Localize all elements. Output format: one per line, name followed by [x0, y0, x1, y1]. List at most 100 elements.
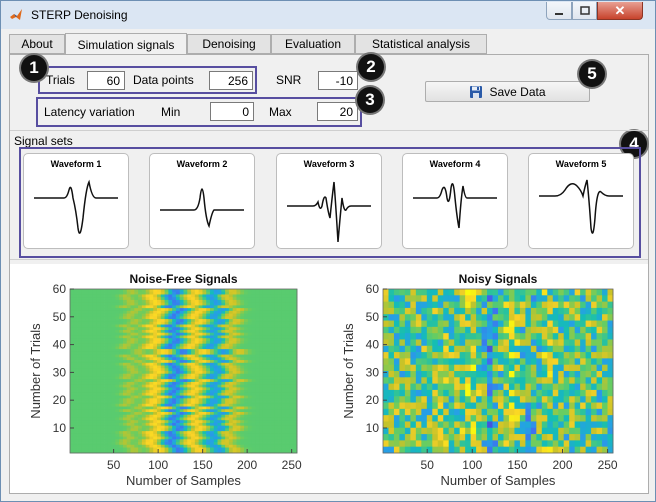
heatmap-cell [607, 446, 614, 454]
waveform-2-card[interactable]: Waveform 2 [149, 153, 255, 249]
close-button[interactable]: ✕ [597, 2, 643, 20]
heatmap-cell [552, 389, 559, 397]
latency-max-input[interactable]: 20 [317, 102, 358, 121]
heatmap-cell [183, 401, 188, 405]
heatmap-cell [498, 352, 504, 359]
heatmap-cell [206, 447, 211, 451]
heatmap-cell [388, 339, 395, 347]
heatmap-cell [404, 415, 411, 422]
heatmap-cell [73, 431, 78, 435]
heatmap-cell [130, 447, 135, 451]
heatmap-cell [525, 415, 532, 422]
heatmap-cell [289, 349, 294, 353]
heatmap-cell [157, 439, 162, 443]
heatmap-cell [217, 401, 222, 405]
heatmap-cell [585, 301, 592, 309]
heatmap-cell [130, 422, 135, 427]
latency-min-input[interactable]: 0 [210, 102, 254, 121]
heatmap-cell [122, 420, 128, 424]
heatmap-cell [404, 408, 411, 416]
heatmap-cell [130, 343, 135, 347]
heatmap-cell [448, 383, 455, 391]
heatmap-cell [574, 434, 581, 441]
heatmap-cell [240, 384, 245, 388]
heatmap-cell [585, 383, 592, 391]
heatmap-cell [138, 357, 143, 361]
heatmap-cell [541, 339, 548, 347]
heatmap-cell [149, 313, 154, 317]
heatmap-cell [175, 381, 181, 386]
heatmap-cell [481, 339, 488, 347]
heatmap-cell [236, 398, 241, 402]
waveform-4-card[interactable]: Waveform 4 [402, 153, 508, 249]
heatmap-cell [217, 414, 222, 418]
heatmap-cell [285, 319, 290, 323]
heatmap-cell [191, 376, 196, 380]
heatmap-cell [107, 433, 113, 437]
heatmap-cell [574, 446, 581, 454]
heatmap-cell [145, 431, 150, 435]
save-data-button[interactable]: Save Data [425, 81, 590, 102]
heatmap-cell [487, 301, 493, 309]
heatmap-cell [145, 308, 150, 312]
waveform-1-card[interactable]: Waveform 1 [23, 153, 129, 249]
heatmap-cell [119, 409, 124, 413]
heatmap-cell [255, 291, 260, 295]
heatmap-cell [107, 346, 113, 350]
heatmap-cell [175, 330, 181, 334]
heatmap-cell [77, 321, 82, 325]
heatmap-cell [270, 357, 275, 361]
heatmap-cell [119, 289, 124, 293]
heatmap-cell [111, 392, 116, 396]
heatmap-cell [225, 384, 230, 388]
heatmap-cell [437, 364, 444, 372]
heatmap-cell [81, 291, 86, 295]
heatmap-cell [85, 357, 90, 361]
heatmap-cell [213, 417, 218, 421]
datapoints-input[interactable]: 256 [209, 71, 253, 90]
snr-input[interactable]: -10 [318, 71, 358, 90]
heatmap-cell [96, 373, 101, 377]
heatmap-cell [213, 340, 218, 345]
heatmap-cell [508, 289, 515, 296]
heatmap-cell [519, 427, 526, 435]
tab-denoising[interactable]: Denoising [187, 34, 271, 54]
heatmap-cell [145, 371, 150, 375]
heatmap-cell [563, 371, 570, 378]
heatmap-cell [266, 376, 271, 380]
heatmap-cell [100, 302, 105, 306]
heatmap-cell [187, 362, 192, 366]
heatmap-cell [107, 436, 113, 440]
trials-input[interactable]: 60 [87, 71, 125, 90]
heatmap-cell [157, 433, 162, 437]
maximize-button[interactable] [572, 2, 597, 20]
tab-about[interactable]: About [9, 34, 65, 54]
heatmap-cell [119, 414, 124, 418]
tab-simulation-signals[interactable]: Simulation signals [65, 33, 187, 56]
heatmap-cell [487, 339, 493, 347]
tab-evaluation[interactable]: Evaluation [271, 34, 355, 54]
heatmap-cell [145, 362, 150, 366]
heatmap-cell [519, 295, 526, 303]
heatmap-cell [126, 444, 131, 448]
heatmap-cell [426, 358, 433, 366]
minimize-button[interactable] [546, 2, 572, 20]
heatmap-cell [104, 357, 109, 361]
waveform-3-card[interactable]: Waveform 3 [276, 153, 382, 249]
heatmap-cell [563, 320, 570, 328]
heatmap-cell [492, 289, 499, 296]
heatmap-cell [81, 313, 86, 317]
heatmap-cell [191, 444, 196, 448]
heatmap-cell [251, 343, 256, 347]
heatmap-cell [206, 425, 211, 429]
heatmap-cell [209, 319, 215, 323]
heatmap-cell [70, 409, 75, 413]
heatmap-cell [498, 440, 504, 448]
waveform-5-card[interactable]: Waveform 5 [528, 153, 634, 249]
heatmap-cell [285, 351, 290, 355]
heatmap-cell [498, 415, 504, 422]
heatmap-cell [122, 444, 128, 448]
heatmap-cell [115, 313, 120, 317]
heatmap-cell [149, 433, 154, 437]
tab-statistical-analysis[interactable]: Statistical analysis [355, 34, 487, 54]
